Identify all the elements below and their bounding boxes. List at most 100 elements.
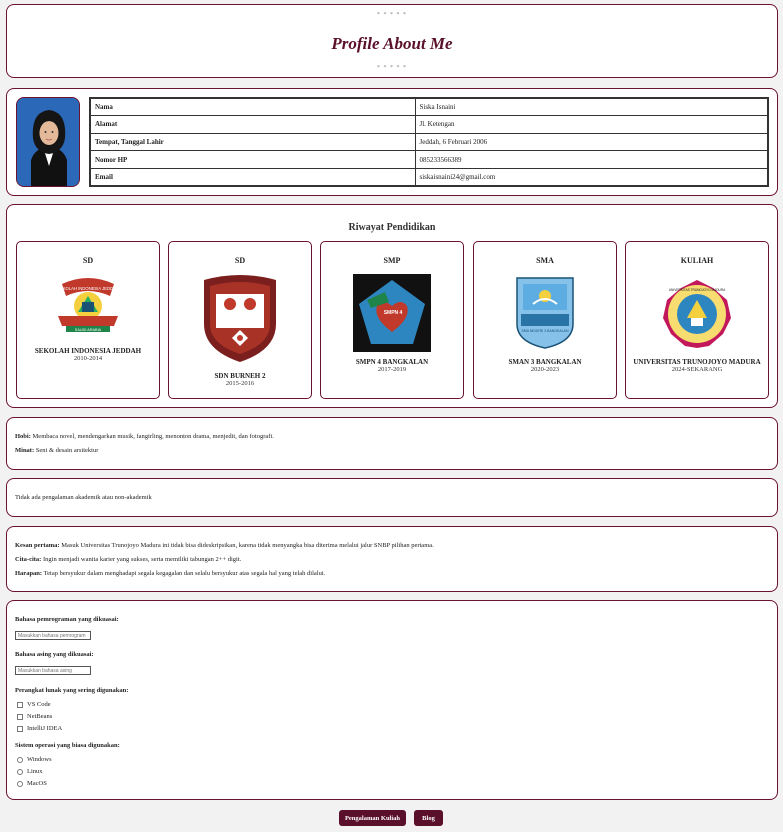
checkbox[interactable] xyxy=(17,701,23,708)
profile-key: Tempat, Tanggal Lahir xyxy=(89,132,416,152)
first-impression-line: Kesan pertama: Masuk Universitas Trunojo… xyxy=(15,542,434,549)
school-card-sd-jeddah: SD SEKOLAH INDONESIA JEDDAH SAUDI ARABIA… xyxy=(16,241,160,399)
goals-card: Kesan pertama: Masuk Universitas Trunojo… xyxy=(6,526,778,592)
school-years: 2010-2014 xyxy=(73,355,103,362)
school-name: SMPN 4 BANGKALAN xyxy=(355,358,429,366)
option-label: VS Code xyxy=(27,701,51,708)
blog-button[interactable]: Blog xyxy=(414,810,443,826)
programming-language-input[interactable] xyxy=(15,631,91,640)
school-name: SEKOLAH INDONESIA JEDDAH xyxy=(34,347,142,355)
school-level: SMA xyxy=(536,256,554,265)
interest-label: Minat: xyxy=(15,447,35,454)
hobby-value: Membaca novel, mendengarkan musik, fangi… xyxy=(32,433,274,440)
school-years: 2017-2019 xyxy=(377,366,407,373)
profile-table: Nama Siska Isnaini Alamat Jl. Ketengan T… xyxy=(89,97,769,187)
profile-key: Alamat xyxy=(89,115,416,134)
school-level: SD xyxy=(82,256,94,265)
profile-photo xyxy=(16,97,80,187)
option-label: Windows xyxy=(27,756,52,763)
sman3-logo-text: SMA NEGERI 3 BANGKALAN xyxy=(521,329,569,333)
os-option-macos[interactable]: MacOS xyxy=(17,780,47,787)
software-option-netbeans[interactable]: NetBeans xyxy=(17,713,52,720)
hobby-label: Hobi: xyxy=(15,433,31,440)
utm-logo-icon: UNIVERSITAS TRUNOJOYO MADURA xyxy=(661,278,733,352)
school-level: KULIAH xyxy=(680,256,714,265)
hope-label: Harapan: xyxy=(15,570,43,577)
skills-form-card: Bahasa pemrograman yang dikuasai: Bahasa… xyxy=(6,600,778,800)
profile-card: Nama Siska Isnaini Alamat Jl. Ketengan T… xyxy=(6,88,778,196)
smpn4-logo-icon: SMPN 4 xyxy=(353,274,431,354)
header-card: * * * * * Profile About Me * * * * * xyxy=(6,4,778,78)
smpn4-logo-text: SMPN 4 xyxy=(384,310,403,316)
page-title: Profile About Me xyxy=(331,34,453,53)
profile-key: Nama xyxy=(89,97,416,117)
utm-logo-text: UNIVERSITAS TRUNOJOYO MADURA xyxy=(669,288,726,292)
sij-logo-text: SEKOLAH INDONESIA JEDDAH xyxy=(57,286,119,291)
sij-logo-icon: SEKOLAH INDONESIA JEDDAH SAUDI ARABIA xyxy=(52,276,124,340)
aspiration-value: Ingin menjadi wanita karier yang sukses,… xyxy=(42,556,242,563)
checkbox[interactable] xyxy=(17,713,23,720)
college-experience-button[interactable]: Pengalaman Kuliah xyxy=(339,810,406,826)
radio[interactable] xyxy=(17,756,23,763)
table-row: Alamat Jl. Ketengan xyxy=(89,115,769,134)
radio[interactable] xyxy=(17,768,23,775)
hobby-card: Hobi: Membaca novel, mendengarkan musik,… xyxy=(6,417,778,470)
option-label: Linux xyxy=(27,768,43,775)
aspiration-line: Cita-cita: Ingin menjadi wanita karier y… xyxy=(15,556,241,563)
os-option-linux[interactable]: Linux xyxy=(17,768,43,775)
os-option-windows[interactable]: Windows xyxy=(17,756,52,763)
first-impression-label: Kesan pertama: xyxy=(15,542,60,549)
software-option-intellij[interactable]: IntelliJ IDEA xyxy=(17,725,62,732)
school-card-smp: SMP SMPN 4 SMPN 4 BANGKALAN 2017-2019 xyxy=(320,241,464,399)
stars-decoration-bottom: * * * * * xyxy=(377,65,407,71)
sman3-logo-icon: SMA NEGERI 3 BANGKALAN xyxy=(513,274,577,352)
school-years: 2015-2016 xyxy=(225,380,255,387)
tut-wuri-logo-icon xyxy=(200,272,280,366)
checkbox[interactable] xyxy=(17,725,23,732)
radio[interactable] xyxy=(17,780,23,787)
first-impression-value: Masuk Universitas Trunojoyo Madura ini t… xyxy=(61,542,434,549)
option-label: MacOS xyxy=(27,780,47,787)
table-row: Nama Siska Isnaini xyxy=(89,97,769,117)
school-years: 2024-SEKARANG xyxy=(671,366,723,373)
school-name: SDN BURNEH 2 xyxy=(214,372,266,380)
os-label: Sistem operasi yang biasa digunakan: xyxy=(15,742,120,749)
profile-value: Jl. Ketengan xyxy=(414,115,769,134)
hope-line: Harapan: Tetap bersyukur dalam menghadap… xyxy=(15,570,325,577)
foreign-language-input[interactable] xyxy=(15,666,91,675)
table-row: Email siskaisnaini24@gmail.com xyxy=(89,167,769,187)
school-name: UNIVERSITAS TRUNOJOYO MADURA xyxy=(633,358,761,366)
school-card-kuliah: KULIAH UNIVERSITAS TRUNOJOYO MADURA UNIV… xyxy=(625,241,769,399)
school-level: SD xyxy=(234,256,246,265)
profile-value: Siska Isnaini xyxy=(414,97,769,117)
experience-text: Tidak ada pengalaman akademik atau non-a… xyxy=(15,494,152,501)
profile-key: Email xyxy=(89,167,416,187)
school-level: SMP xyxy=(383,256,401,265)
education-card: Riwayat Pendidikan SD SEKOLAH INDONESIA … xyxy=(6,204,778,408)
school-card-sd-burneh: SD SDN BURNEH 2 2015-2016 xyxy=(168,241,312,399)
foreign-language-label: Bahasa asing yang dikuasai: xyxy=(15,651,94,658)
hope-value: Tetap bersyukur dalam menghadapi segala … xyxy=(43,570,326,577)
aspiration-label: Cita-cita: xyxy=(15,556,42,563)
profile-value: Jeddah, 6 Februari 2006 xyxy=(414,132,769,152)
software-label: Perangkat lunak yang sering digunakan: xyxy=(15,687,129,694)
hobby-line: Hobi: Membaca novel, mendengarkan musik,… xyxy=(15,433,274,440)
sij-logo-subtext: SAUDI ARABIA xyxy=(75,328,102,332)
option-label: IntelliJ IDEA xyxy=(27,725,63,732)
profile-value: 085233566389 xyxy=(414,150,769,169)
stars-decoration-top: * * * * * xyxy=(377,12,407,18)
education-title: Riwayat Pendidikan xyxy=(348,222,436,233)
software-option-vscode[interactable]: VS Code xyxy=(17,701,51,708)
profile-key: Nomor HP xyxy=(89,150,416,169)
school-years: 2020-2023 xyxy=(530,366,560,373)
experience-card: Tidak ada pengalaman akademik atau non-a… xyxy=(6,478,778,517)
school-card-sma: SMA SMA NEGERI 3 BANGKALAN SMAN 3 BANGKA… xyxy=(473,241,617,399)
table-row: Tempat, Tanggal Lahir Jeddah, 6 Februari… xyxy=(89,132,769,152)
profile-value: siskaisnaini24@gmail.com xyxy=(414,167,769,187)
school-name: SMAN 3 BANGKALAN xyxy=(508,358,582,366)
programming-language-label: Bahasa pemrograman yang dikuasai: xyxy=(15,616,119,623)
option-label: NetBeans xyxy=(27,713,53,720)
interest-value: Seni & desain arsitektur xyxy=(35,447,99,454)
interest-line: Minat: Seni & desain arsitektur xyxy=(15,447,98,454)
table-row: Nomor HP 085233566389 xyxy=(89,150,769,169)
